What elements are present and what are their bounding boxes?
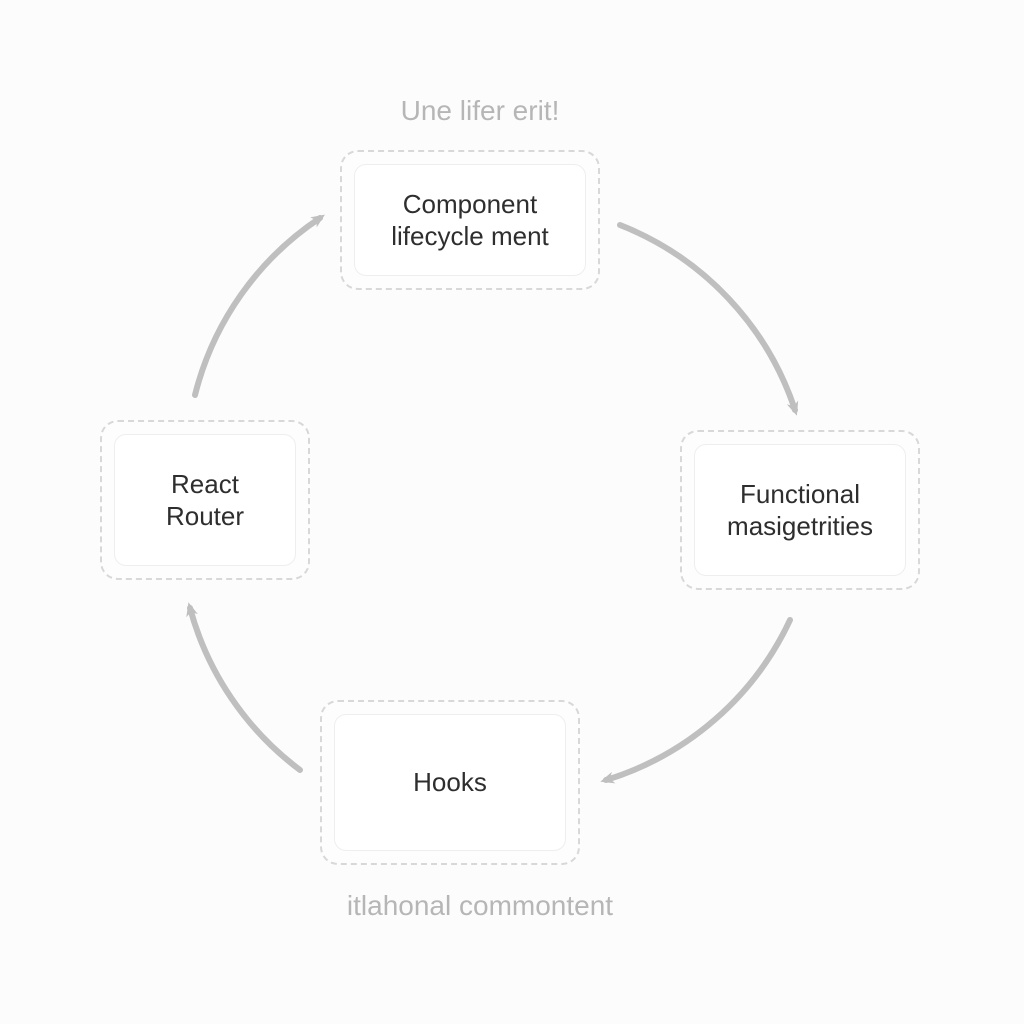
arrow-top-to-right	[620, 225, 795, 410]
node-component-lifecycle: Component lifecycle ment	[340, 150, 600, 290]
node-functional: Functional masigetrities	[680, 430, 920, 590]
node-inner: React Router	[114, 434, 296, 566]
caption-top: Une lifer erit!	[350, 95, 610, 127]
arrow-right-to-bottom	[606, 620, 790, 780]
arrow-bottom-to-left	[190, 608, 300, 770]
node-inner: Functional masigetrities	[694, 444, 906, 576]
node-label: Hooks	[413, 766, 487, 799]
arrow-left-to-top	[195, 218, 320, 395]
node-hooks: Hooks	[320, 700, 580, 865]
caption-bottom: itlahonal commontent	[300, 890, 660, 922]
node-label: Component lifecycle ment	[371, 188, 569, 253]
node-inner: Hooks	[334, 714, 566, 851]
diagram-stage: Une lifer erit! itlahonal commontent Com…	[0, 0, 1024, 1024]
node-label: React Router	[131, 468, 279, 533]
node-react-router: React Router	[100, 420, 310, 580]
node-label: Functional masigetrities	[711, 478, 889, 543]
node-inner: Component lifecycle ment	[354, 164, 586, 276]
